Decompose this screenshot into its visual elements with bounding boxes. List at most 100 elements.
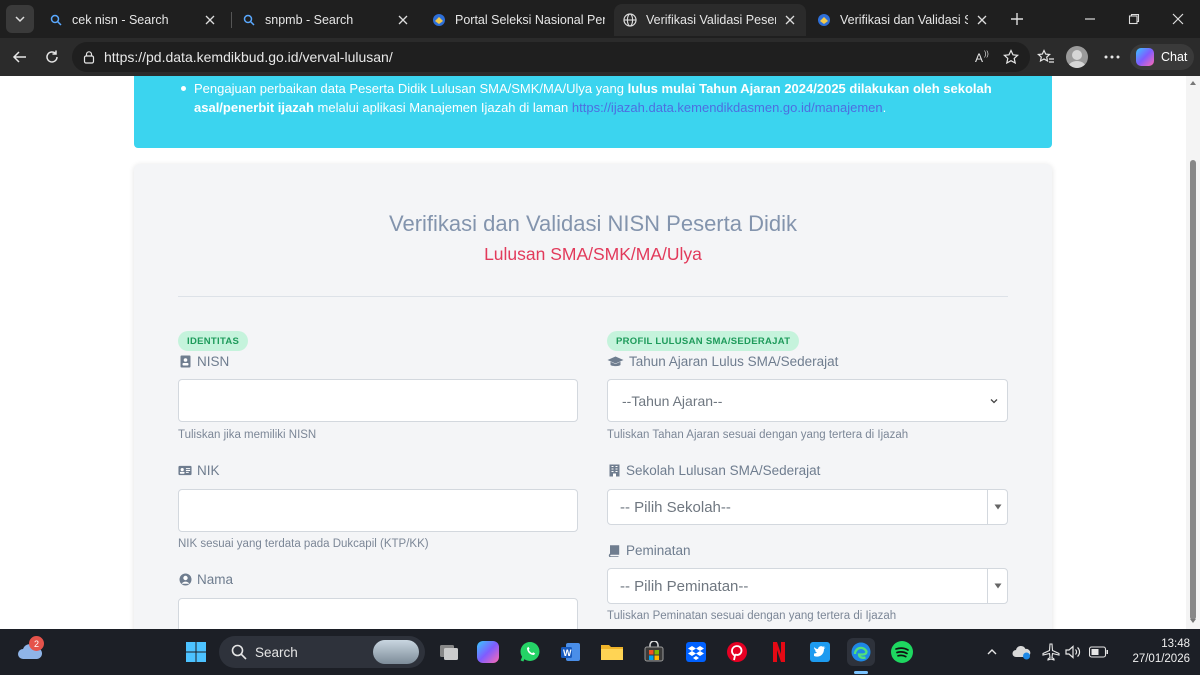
user-circle-icon bbox=[178, 573, 192, 587]
tahun-ajaran-help-text: Tuliskan Tahan Ajaran sesuai dengan yang… bbox=[607, 429, 909, 441]
nama-input[interactable] bbox=[178, 598, 578, 629]
tahun-ajaran-label-text: Tahun Ajaran Lulus SMA/Sederajat bbox=[629, 354, 839, 369]
tab-title: cek nisn - Search bbox=[72, 13, 169, 27]
building-icon bbox=[607, 464, 621, 478]
close-icon[interactable] bbox=[202, 12, 218, 28]
address-bar[interactable]: https://pd.data.kemdikbud.go.id/verval-l… bbox=[72, 42, 1030, 72]
nisn-label-text: NISN bbox=[197, 354, 230, 369]
close-icon[interactable] bbox=[395, 12, 411, 28]
refresh-icon bbox=[46, 50, 58, 63]
system-clock[interactable]: 13:48 27/01/2026 bbox=[1118, 637, 1190, 667]
nik-label-text: NIK bbox=[197, 463, 220, 478]
show-hidden-icons-button[interactable] bbox=[981, 641, 1003, 663]
svg-text:A: A bbox=[975, 51, 983, 65]
edge-button[interactable] bbox=[847, 638, 875, 666]
tab-verifikasi-snpmb[interactable]: Verifikasi dan Validasi SNPM bbox=[808, 4, 998, 36]
windows-taskbar: 2 Search W 13:48 27/01/2026 bbox=[0, 629, 1200, 675]
peminatan-select[interactable]: -- Pilih Peminatan-- bbox=[607, 568, 1008, 604]
speaker-icon bbox=[1065, 645, 1081, 659]
copilot-chat-button[interactable]: Chat bbox=[1130, 44, 1194, 70]
microsoft-store-button[interactable] bbox=[640, 638, 668, 666]
snpmb-logo-icon bbox=[816, 12, 832, 28]
tab-title: Verifikasi dan Validasi SNPM bbox=[840, 13, 968, 27]
spotify-button[interactable] bbox=[888, 638, 916, 666]
lock-icon bbox=[83, 51, 95, 64]
onedrive-tray-button[interactable] bbox=[1011, 641, 1033, 663]
favorite-button[interactable] bbox=[998, 42, 1024, 72]
manajemen-ijazah-link[interactable]: https://ijazah.data.kemendikdasmen.go.id… bbox=[572, 100, 883, 115]
start-button[interactable] bbox=[182, 638, 210, 666]
restore-button[interactable] bbox=[1114, 4, 1154, 34]
caret-down-icon bbox=[994, 583, 1001, 589]
close-window-button[interactable] bbox=[1158, 4, 1198, 34]
dropbox-button[interactable] bbox=[682, 638, 710, 666]
chevron-down-icon bbox=[15, 16, 25, 23]
scroll-down-icon[interactable] bbox=[1189, 617, 1197, 625]
more-menu-button[interactable] bbox=[1098, 43, 1126, 71]
bullet-point bbox=[181, 86, 186, 91]
tab-snpmb-search[interactable]: snpmb - Search bbox=[233, 4, 419, 36]
airplane-mode-tray[interactable] bbox=[1040, 641, 1062, 663]
volume-tray[interactable] bbox=[1062, 641, 1084, 663]
dropdown-toggle[interactable] bbox=[987, 569, 1007, 603]
battery-tray[interactable] bbox=[1088, 641, 1110, 663]
plus-icon bbox=[1011, 13, 1023, 25]
close-icon bbox=[1172, 13, 1184, 25]
caret-down-icon bbox=[994, 504, 1001, 510]
tahun-ajaran-select[interactable]: --Tahun Ajaran-- bbox=[607, 379, 1008, 422]
windows-logo-icon bbox=[186, 642, 206, 662]
tab-actions-dropdown[interactable] bbox=[6, 5, 34, 33]
notification-badge: 2 bbox=[29, 636, 44, 651]
twitter-icon bbox=[810, 642, 830, 662]
tab-cek-nisn[interactable]: cek nisn - Search bbox=[40, 4, 226, 36]
star-icon bbox=[1003, 49, 1019, 65]
tab-divider bbox=[231, 12, 232, 28]
scroll-thumb[interactable] bbox=[1190, 160, 1196, 620]
nisn-input[interactable] bbox=[178, 379, 578, 422]
taskbar-search[interactable]: Search bbox=[219, 636, 425, 668]
sekolah-select[interactable]: -- Pilih Sekolah-- bbox=[607, 489, 1008, 525]
close-icon[interactable] bbox=[974, 12, 990, 28]
alert-bold-text: lulus mulai Tahun Ajaran 2024/2025 dilak… bbox=[627, 81, 992, 96]
search-label: Search bbox=[255, 644, 298, 660]
tab-verifikasi-validasi-peserta[interactable]: Verifikasi Validasi Peserta Di bbox=[614, 4, 806, 36]
alert-line-2: asal/penerbit ijazah melalui aplikasi Ma… bbox=[194, 100, 886, 115]
dropdown-toggle[interactable] bbox=[987, 490, 1007, 524]
minimize-button[interactable] bbox=[1070, 4, 1110, 34]
profile-avatar[interactable] bbox=[1066, 46, 1088, 68]
scroll-up-icon[interactable] bbox=[1189, 79, 1197, 87]
tab-title: Portal Seleksi Nasional Pene bbox=[455, 13, 605, 27]
twitter-button[interactable] bbox=[806, 638, 834, 666]
folder-icon bbox=[601, 645, 623, 660]
alert-text: Pengajuan perbaikan data Peserta Didik L… bbox=[194, 81, 628, 96]
page-subtitle: Lulusan SMA/SMK/MA/Ulya bbox=[484, 244, 702, 264]
minimize-icon bbox=[1085, 18, 1095, 20]
snpmb-logo-icon bbox=[431, 12, 447, 28]
sekolah-label-text: Sekolah Lulusan SMA/Sederajat bbox=[626, 463, 821, 478]
file-explorer-button[interactable] bbox=[598, 638, 626, 666]
clock-time: 13:48 bbox=[1161, 638, 1190, 650]
word-button[interactable]: W bbox=[557, 638, 585, 666]
page-scrollbar[interactable] bbox=[1186, 76, 1200, 629]
peminatan-help-text: Tuliskan Peminatan sesuai dengan yang te… bbox=[607, 610, 897, 622]
tab-portal-seleksi[interactable]: Portal Seleksi Nasional Pene bbox=[423, 4, 613, 36]
favorites-button[interactable] bbox=[1032, 43, 1060, 71]
nik-input[interactable] bbox=[178, 489, 578, 532]
nik-label: NIK bbox=[178, 463, 220, 478]
netflix-button[interactable] bbox=[765, 638, 793, 666]
copilot-app-button[interactable] bbox=[474, 638, 502, 666]
edge-icon bbox=[851, 642, 871, 662]
refresh-button[interactable] bbox=[38, 43, 66, 71]
restore-icon bbox=[1128, 13, 1140, 25]
new-tab-button[interactable] bbox=[1004, 6, 1030, 32]
close-icon[interactable] bbox=[782, 12, 798, 28]
task-view-button[interactable] bbox=[435, 638, 463, 666]
whatsapp-button[interactable] bbox=[516, 638, 544, 666]
pinterest-button[interactable] bbox=[723, 638, 751, 666]
tab-strip: cek nisn - Search snpmb - Search Portal … bbox=[0, 0, 1200, 38]
profil-lulusan-badge: PROFIL LULUSAN SMA/SEDERAJAT bbox=[607, 331, 800, 351]
tab-title: snpmb - Search bbox=[265, 13, 354, 27]
svg-text:W: W bbox=[563, 648, 572, 658]
read-aloud-button[interactable]: A)) bbox=[970, 42, 996, 72]
back-button[interactable] bbox=[6, 43, 34, 71]
